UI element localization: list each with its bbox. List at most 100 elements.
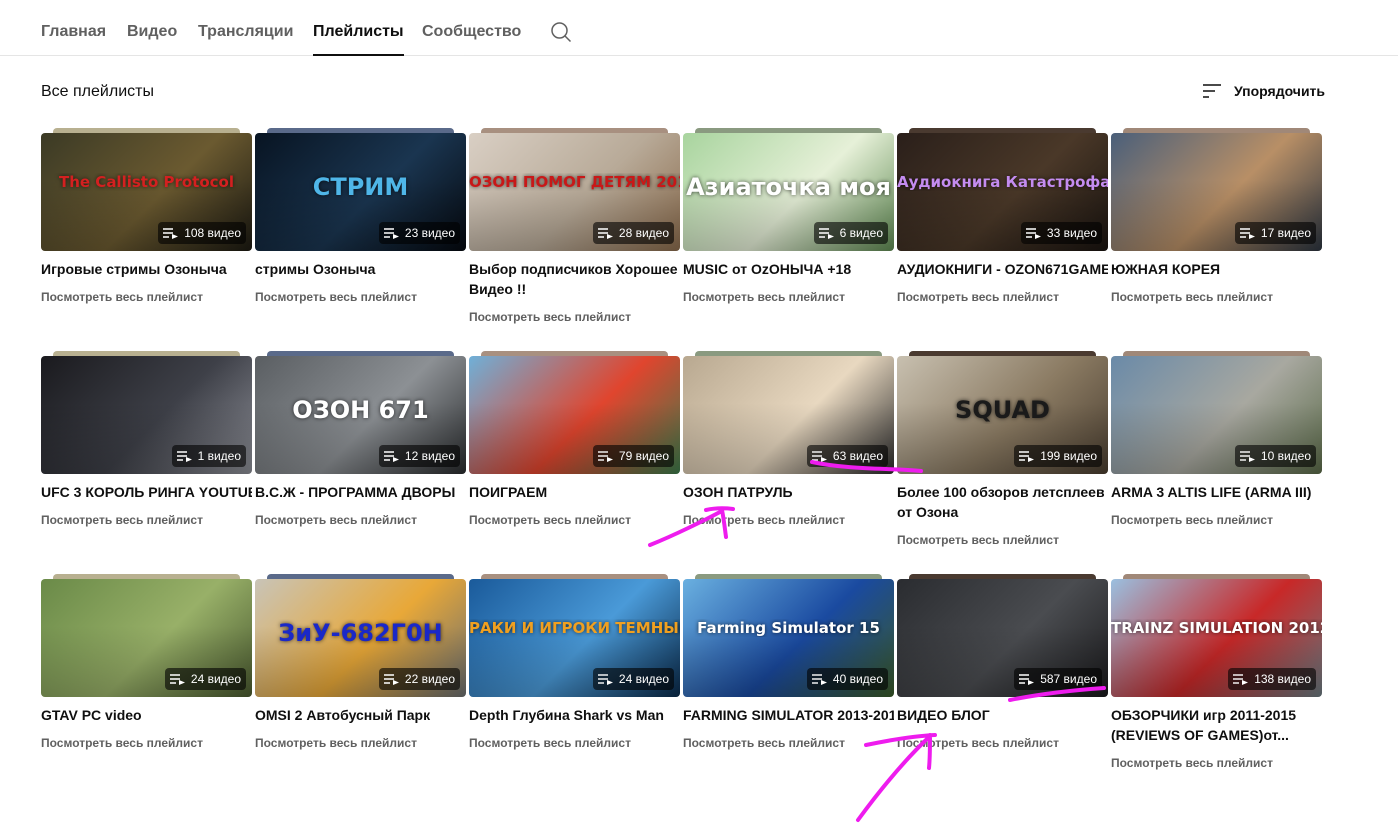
playlist-card[interactable]: Farming Simulator 15 40 видео FARMING SIMU… [683, 574, 894, 752]
playlist-card[interactable]: TRAINZ SIMULATION 2012 138 видео ОБЗОРЧИКИ… [1111, 574, 1322, 772]
playlist-card[interactable]: SQUAD 199 видео Более 100 обзоров летсплее… [897, 351, 1108, 549]
playlist-title[interactable]: Более 100 обзоров летсплеев от Озона [897, 482, 1108, 522]
playlist-card[interactable]: СТРИМ 23 видео стримы Озоныча Посмотреть ве… [255, 128, 466, 306]
playlist-thumbnail[interactable]: СТРИМ 23 видео [255, 128, 466, 252]
playlist-card[interactable]: 10 видео ARMA 3 ALTIS LIFE (ARMA III) Посм… [1111, 351, 1322, 529]
thumbnail-image: TRAINZ SIMULATION 2012 138 видео [1111, 579, 1322, 697]
playlist-thumbnail[interactable]: 63 видео [683, 351, 894, 475]
playlist-title[interactable]: ВИДЕО БЛОГ [897, 705, 1108, 725]
video-count-badge: 23 видео [378, 222, 460, 244]
playlist-title[interactable]: стримы Озоныча [255, 259, 466, 279]
playlist-thumbnail[interactable]: 1 видео [41, 351, 252, 475]
thumbnail-image: Farming Simulator 15 40 видео [683, 579, 894, 697]
playlist-title[interactable]: ЮЖНАЯ КОРЕЯ [1111, 259, 1322, 279]
thumbnail-image: 79 видео [469, 356, 680, 474]
tab-home[interactable]: Главная [41, 21, 106, 56]
playlist-icon [818, 227, 835, 239]
thumbnail-image: SQUAD 199 видео [897, 356, 1108, 474]
view-full-playlist-link[interactable]: Посмотреть весь плейлист [1111, 754, 1322, 772]
view-full-playlist-link[interactable]: Посмотреть весь плейлист [897, 734, 1108, 752]
playlist-title[interactable]: Выбор подписчиков Хорошее Видео !! [469, 259, 680, 299]
view-full-playlist-link[interactable]: Посмотреть весь плейлист [41, 734, 252, 752]
playlist-card[interactable]: The Callisto Protocol 108 видео Игровые ст… [41, 128, 252, 306]
playlist-card[interactable]: ОЗОН ПОМОГ ДЕТЯМ 2019 28 видео Выбор подпи… [469, 128, 680, 326]
video-count: 12 видео [404, 449, 455, 463]
view-full-playlist-link[interactable]: Посмотреть весь плейлист [1111, 288, 1322, 306]
playlist-thumbnail[interactable]: 587 видео [897, 574, 1108, 698]
playlist-icon [1239, 227, 1256, 239]
playlist-thumbnail[interactable]: Аудиокнига Катастрофа 33 видео [897, 128, 1108, 252]
playlist-title[interactable]: ОБЗОРЧИКИ игр 2011-2015 (REVIEWS OF GAME… [1111, 705, 1322, 745]
playlist-icon [597, 227, 614, 239]
view-full-playlist-link[interactable]: Посмотреть весь плейлист [683, 288, 894, 306]
playlist-icon [383, 673, 400, 685]
tab-playlists[interactable]: Плейлисты [313, 21, 404, 56]
playlist-thumbnail[interactable]: TRAINZ SIMULATION 2012 138 видео [1111, 574, 1322, 698]
view-full-playlist-link[interactable]: Посмотреть весь плейлист [1111, 511, 1322, 529]
video-count-badge: 10 видео [1234, 445, 1316, 467]
playlist-thumbnail[interactable]: 17 видео [1111, 128, 1322, 252]
playlist-thumbnail[interactable]: 10 видео [1111, 351, 1322, 475]
tab-videos[interactable]: Видео [127, 21, 177, 56]
thumbnail-image: ЗиУ-682Г0Н 22 видео [255, 579, 466, 697]
playlist-thumbnail[interactable]: ЗиУ-682Г0Н 22 видео [255, 574, 466, 698]
view-full-playlist-link[interactable]: Посмотреть весь плейлист [469, 511, 680, 529]
playlist-title[interactable]: UFC 3 КОРОЛЬ РИНГА YOUTUBE [41, 482, 252, 502]
playlist-card[interactable]: 63 видео ОЗОН ПАТРУЛЬ Посмотреть весь плей… [683, 351, 894, 529]
sort-button[interactable]: Упорядочить [1200, 79, 1325, 103]
playlist-card[interactable]: Азиаточка моя 6 видео MUSIC от OzОНЫЧА +18… [683, 128, 894, 306]
playlists-page: Главная Видео Трансляции Плейлисты Сообщ… [0, 0, 1398, 829]
playlist-thumbnail[interactable]: The Callisto Protocol 108 видео [41, 128, 252, 252]
playlist-title[interactable]: Depth Глубина Shark vs Man [469, 705, 680, 725]
view-full-playlist-link[interactable]: Посмотреть весь плейлист [41, 511, 252, 529]
playlist-thumbnail[interactable]: 79 видео [469, 351, 680, 475]
view-full-playlist-link[interactable]: Посмотреть весь плейлист [41, 288, 252, 306]
playlist-card[interactable]: 587 видео ВИДЕО БЛОГ Посмотреть весь плейл… [897, 574, 1108, 752]
view-full-playlist-link[interactable]: Посмотреть весь плейлист [897, 288, 1108, 306]
view-full-playlist-link[interactable]: Посмотреть весь плейлист [255, 734, 466, 752]
playlist-card[interactable]: РАКИ И ИГРОКИ ТЕМНЫЕ ВОДЫ 24 видео Depth Г… [469, 574, 680, 752]
view-full-playlist-link[interactable]: Посмотреть весь плейлист [683, 511, 894, 529]
video-count: 199 видео [1040, 449, 1097, 463]
playlist-title[interactable]: ОЗОН ПАТРУЛЬ [683, 482, 894, 502]
view-full-playlist-link[interactable]: Посмотреть весь плейлист [255, 288, 466, 306]
view-full-playlist-link[interactable]: Посмотреть весь плейлист [469, 734, 680, 752]
search-icon[interactable] [549, 20, 573, 44]
playlist-title[interactable]: FARMING SIMULATOR 2013-2015 [683, 705, 894, 725]
playlist-title[interactable]: MUSIC от OzОНЫЧА +18 [683, 259, 894, 279]
playlist-thumbnail[interactable]: Азиаточка моя 6 видео [683, 128, 894, 252]
playlist-thumbnail[interactable]: ОЗОН ПОМОГ ДЕТЯМ 2019 28 видео [469, 128, 680, 252]
video-count-badge: 22 видео [378, 668, 460, 690]
tab-live[interactable]: Трансляции [198, 21, 293, 56]
playlist-title[interactable]: ARMA 3 ALTIS LIFE (ARMA III) [1111, 482, 1322, 502]
video-count-badge: 40 видео [806, 668, 888, 690]
playlist-thumbnail[interactable]: SQUAD 199 видео [897, 351, 1108, 475]
playlist-title[interactable]: АУДИОКНИГИ - OZON671GAMES3 [897, 259, 1108, 279]
playlist-title[interactable]: GTAV PC video [41, 705, 252, 725]
view-full-playlist-link[interactable]: Посмотреть весь плейлист [469, 308, 680, 326]
playlist-card[interactable]: 1 видео UFC 3 КОРОЛЬ РИНГА YOUTUBE Посмотр… [41, 351, 252, 529]
video-count-badge: 587 видео [1014, 668, 1102, 690]
playlist-card[interactable]: 79 видео ПОИГРАЕМ Посмотреть весь плейлист [469, 351, 680, 529]
playlist-title[interactable]: В.С.Ж - ПРОГРАММА ДВОРЫ [255, 482, 466, 502]
playlist-card[interactable]: ОЗОН 671 12 видео В.С.Ж - ПРОГРАММА ДВОРЫ П… [255, 351, 466, 529]
playlist-title[interactable]: OMSI 2 Автобусный Парк [255, 705, 466, 725]
view-full-playlist-link[interactable]: Посмотреть весь плейлист [683, 734, 894, 752]
playlist-title[interactable]: ПОИГРАЕМ [469, 482, 680, 502]
playlist-thumbnail[interactable]: ОЗОН 671 12 видео [255, 351, 466, 475]
playlist-icon [176, 450, 193, 462]
playlist-card[interactable]: ЗиУ-682Г0Н 22 видео OMSI 2 Автобусный Парк… [255, 574, 466, 752]
view-full-playlist-link[interactable]: Посмотреть весь плейлист [255, 511, 466, 529]
playlist-card[interactable]: Аудиокнига Катастрофа 33 видео АУДИОКНИГИ … [897, 128, 1108, 306]
playlist-card[interactable]: 17 видео ЮЖНАЯ КОРЕЯ Посмотреть весь плейл… [1111, 128, 1322, 306]
playlist-thumbnail[interactable]: 24 видео [41, 574, 252, 698]
playlist-thumbnail[interactable]: Farming Simulator 15 40 видео [683, 574, 894, 698]
view-full-playlist-link[interactable]: Посмотреть весь плейлист [897, 531, 1108, 549]
tab-community[interactable]: Сообщество [422, 21, 521, 56]
playlist-title[interactable]: Игровые стримы Озоныча [41, 259, 252, 279]
video-count-badge: 24 видео [592, 668, 674, 690]
playlist-card[interactable]: 24 видео GTAV PC video Посмотреть весь пле… [41, 574, 252, 752]
playlist-thumbnail[interactable]: РАКИ И ИГРОКИ ТЕМНЫЕ ВОДЫ 24 видео [469, 574, 680, 698]
video-count: 22 видео [404, 672, 455, 686]
video-count: 63 видео [832, 449, 883, 463]
